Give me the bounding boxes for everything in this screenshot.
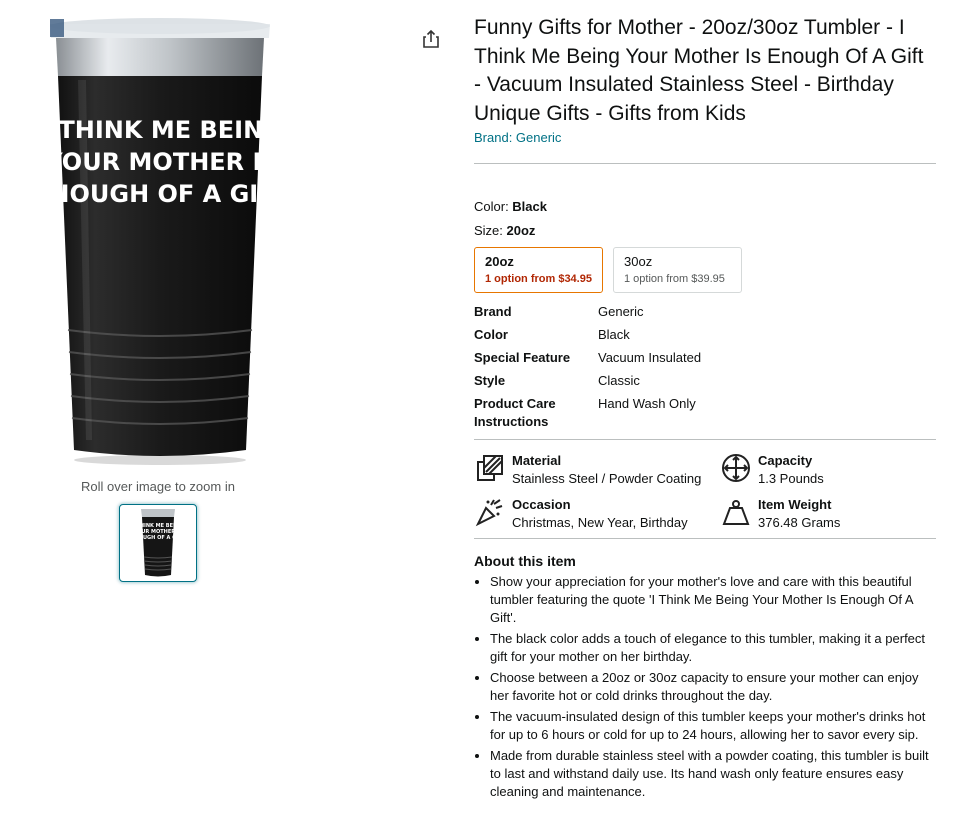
product-title: Funny Gifts for Mother - 20oz/30oz Tumbl… [474,16,924,125]
spec-row-care-instructions: Product Care Instructions Hand Wash Only [474,395,936,431]
feature-value: Christmas, New Year, Birthday [512,515,688,530]
size-swatches: 20oz 1 option from $34.95 30oz 1 option … [474,247,936,293]
feature-occasion: Occasion Christmas, New Year, Birthday [474,496,720,532]
spec-value: Black [598,327,630,342]
zoom-hint: Roll over image to zoom in [81,479,235,494]
size-label: Size: [474,223,507,238]
about-bullet: The vacuum-insulated design of this tumb… [490,708,936,744]
occasion-icon [475,499,503,527]
size-option-20oz[interactable]: 20oz 1 option from $34.95 [474,247,603,293]
size-value: 20oz [506,223,536,238]
size-option-label: 20oz [485,254,514,269]
about-bullet: Made from durable stainless steel with a… [490,747,936,801]
feature-material: Material Stainless Steel / Powder Coatin… [474,452,720,488]
about-title: About this item [474,553,576,569]
thumbnail-image[interactable]: I THINK ME BEING YOUR MOTHER IS ENOUGH O… [119,504,197,582]
feature-title: Item Weight [758,497,832,512]
feature-title: Material [512,453,562,468]
main-product-image[interactable]: I THINK ME BEING YOUR MOTHER IS ENOUGH O… [33,10,292,470]
feature-highlights: Material Stainless Steel / Powder Coatin… [474,452,936,532]
image-text-line-3: ENOUGH OF A GIFT [40,180,280,208]
product-specs-table: Brand Generic Color Black Special Featur… [474,303,936,431]
thumb-text-line-3: ENOUGH OF A GIFT [131,535,185,541]
spec-value: Generic [598,304,644,319]
color-value: Black [512,199,547,214]
size-selection: Size: 20oz [474,223,936,238]
share-icon[interactable] [420,28,442,50]
divider [474,439,936,440]
image-text-line-2: YOUR MOTHER IS [44,148,278,176]
divider [474,538,936,539]
spec-row-brand: Brand Generic [474,303,936,321]
spec-key: Style [474,373,506,388]
spec-row-style: Style Classic [474,372,936,390]
feature-title: Capacity [758,453,813,468]
size-option-label: 30oz [624,254,653,269]
size-option-price: 1 option from $34.95 [485,273,592,285]
feature-value: Stainless Steel / Powder Coating [512,471,702,486]
about-bullet: Choose between a 20oz or 30oz capacity t… [490,669,936,705]
spec-key: Special Feature [474,350,571,365]
feature-title: Occasion [512,497,571,512]
spec-value: Classic [598,373,640,388]
divider [474,163,936,164]
product-details: Funny Gifts for Mother - 20oz/30oz Tumbl… [474,14,936,804]
size-option-30oz[interactable]: 30oz 1 option from $39.95 [613,247,742,293]
tumbler-image: I THINK ME BEING YOUR MOTHER IS ENOUGH O… [33,18,292,465]
about-bullet: Show your appreciation for your mother's… [490,573,936,627]
material-icon [477,455,503,481]
thumbnail-tumbler: I THINK ME BEING YOUR MOTHER IS ENOUGH O… [131,509,185,577]
size-option-price: 1 option from $39.95 [624,273,725,285]
spec-key: Brand [474,304,512,319]
feature-value: 1.3 Pounds [758,471,824,486]
about-bullet: The black color adds a touch of elegance… [490,630,936,666]
spec-value: Vacuum Insulated [598,350,702,365]
spec-key: Product Care Instructions [474,396,556,429]
weight-icon [722,500,750,525]
about-bullets: Show your appreciation for your mother's… [474,573,936,801]
spec-row-color: Color Black [474,326,936,344]
color-selection: Color: Black [474,199,936,214]
image-gallery: I THINK ME BEING YOUR MOTHER IS ENOUGH O… [0,0,320,823]
spec-row-special-feature: Special Feature Vacuum Insulated [474,349,936,367]
spec-value: Hand Wash Only [598,396,696,411]
color-label: Color: [474,199,513,214]
feature-value: 376.48 Grams [758,515,841,530]
capacity-icon [722,454,750,482]
spec-key: Color [474,327,508,342]
image-text-line-1: I THINK ME BEING [41,116,280,144]
feature-item-weight: Item Weight 376.48 Grams [720,496,936,532]
feature-capacity: Capacity 1.3 Pounds [720,452,936,488]
brand-link[interactable]: Brand: Generic [474,130,936,145]
